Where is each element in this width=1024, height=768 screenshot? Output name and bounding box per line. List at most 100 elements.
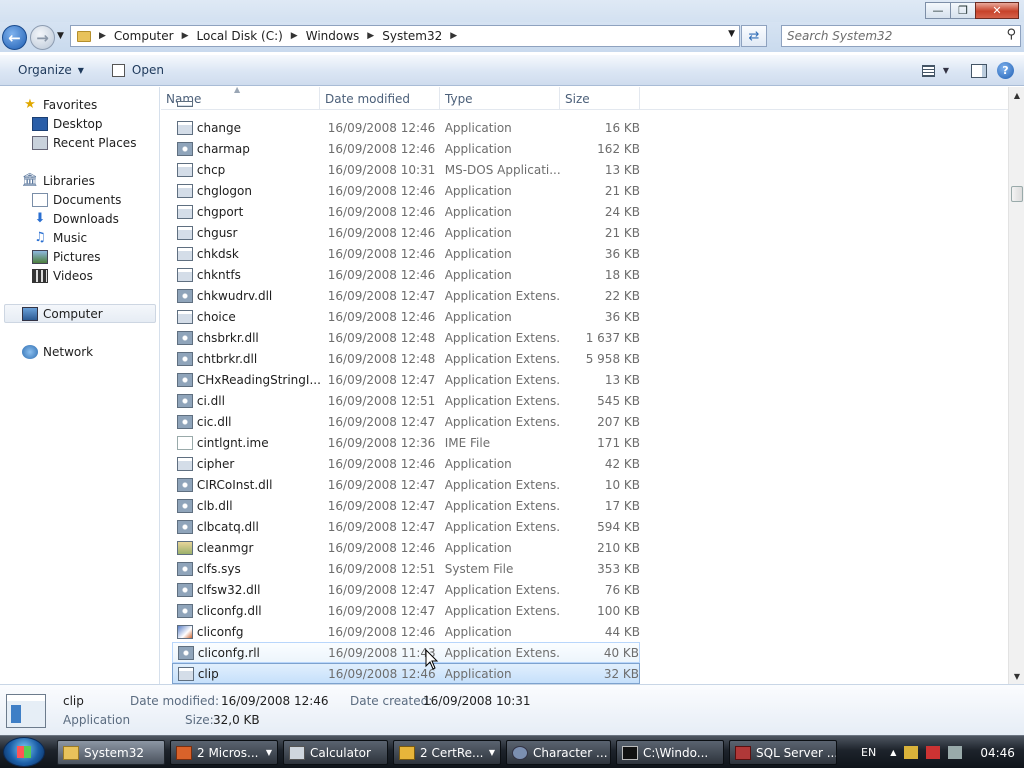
table-row[interactable]: chglogon 16/09/2008 12:46 Application 21 KB <box>172 180 640 201</box>
nav-favorites[interactable]: ★ Favorites <box>22 95 97 114</box>
chevron-down-icon[interactable]: ▼ <box>266 748 272 757</box>
chevron-right-icon[interactable]: ▶ <box>367 31 374 41</box>
nav-network[interactable]: Network <box>22 342 93 361</box>
chevron-right-icon[interactable]: ▶ <box>291 31 298 41</box>
scroll-down-arrow[interactable]: ▼ <box>1009 668 1024 684</box>
tray-app-icon[interactable] <box>904 746 919 759</box>
chevron-right-icon[interactable]: ▶ <box>450 31 457 41</box>
change-view-button[interactable]: ▼ <box>921 64 949 77</box>
volume-muted-icon[interactable] <box>948 746 963 759</box>
breadcrumb-computer[interactable]: Computer ▶ <box>114 29 197 43</box>
table-row[interactable]: chgusr 16/09/2008 12:46 Application 21 KB <box>172 222 640 243</box>
address-history-dropdown[interactable]: ▼ <box>728 29 735 39</box>
table-row[interactable]: chkntfs 16/09/2008 12:46 Application 18 KB <box>172 264 640 285</box>
system-tray: EN ▲ 04:46 <box>839 736 1024 768</box>
open-button[interactable]: Open <box>106 59 170 81</box>
nav-recent-places[interactable]: Recent Places <box>32 133 136 152</box>
application-icon <box>111 63 125 77</box>
star-icon: ★ <box>24 97 36 112</box>
preview-pane-button[interactable] <box>971 63 987 78</box>
file-name: cic.dll <box>196 414 232 429</box>
dll-gear-icon <box>177 330 193 345</box>
search-icon[interactable]: ⚲ <box>1006 27 1016 42</box>
nav-music[interactable]: ♫ Music <box>32 228 87 247</box>
table-row[interactable]: cleanmgr 16/09/2008 12:46 Application 210 K… <box>172 537 640 558</box>
table-row[interactable]: cliconfg.dll 16/09/2008 12:47 Application … <box>172 600 640 621</box>
breadcrumb-windows[interactable]: Windows ▶ <box>306 29 383 43</box>
breadcrumb-system32[interactable]: System32 ▶ <box>382 29 465 43</box>
file-date-modified: 16/09/2008 10:31 <box>327 162 436 177</box>
nav-computer[interactable]: Computer <box>4 304 156 323</box>
taskbar-button-label: SQL Server ... <box>756 745 837 760</box>
table-row[interactable]: chcp 16/09/2008 10:31 MS-DOS Applicati... 1… <box>172 159 640 180</box>
refresh-button[interactable]: ⇄ <box>741 25 767 47</box>
table-row[interactable]: change 16/09/2008 12:46 Application 16 KB <box>172 117 640 138</box>
nav-desktop[interactable]: Desktop <box>32 114 103 133</box>
table-row[interactable]: cintlgnt.ime 16/09/2008 12:36 IME File 171 … <box>172 432 640 453</box>
file-type: Application Extens... <box>444 498 561 513</box>
network-status-icon[interactable] <box>926 746 941 759</box>
application-icon <box>177 267 193 282</box>
taskbar-button[interactable]: Character ... <box>506 740 611 765</box>
taskbar-button[interactable]: 2 Micros... ▼ <box>170 740 278 765</box>
table-row[interactable]: clfs.sys 16/09/2008 12:51 System File 353 K… <box>172 558 640 579</box>
close-button[interactable]: ✕ <box>975 2 1019 19</box>
help-button[interactable]: ? <box>997 62 1014 79</box>
table-row[interactable]: cipher 16/09/2008 12:46 Application 42 KB <box>172 453 640 474</box>
vertical-scrollbar[interactable]: ▲ ▼ <box>1008 87 1024 684</box>
search-box[interactable]: ⚲ <box>781 25 1021 47</box>
table-row[interactable]: clip 16/09/2008 12:46 Application 32 KB <box>172 663 640 684</box>
chevron-right-icon[interactable]: ▶ <box>182 31 189 41</box>
table-row[interactable]: cic.dll 16/09/2008 12:47 Application Exten… <box>172 411 640 432</box>
address-bar[interactable]: ▶ Computer ▶ Local Disk (C:) ▶ Windows ▶ Sy… <box>70 25 740 47</box>
start-button[interactable] <box>3 737 45 767</box>
taskbar-button[interactable]: 2 CertRe... ▼ <box>393 740 501 765</box>
chevron-right-icon[interactable]: ▶ <box>99 31 106 41</box>
back-button[interactable]: ← <box>2 25 27 50</box>
file-date-modified: 16/09/2008 12:46 <box>327 456 436 471</box>
nav-videos[interactable]: Videos <box>32 266 93 285</box>
taskbar-button[interactable]: C:\Windo... <box>616 740 724 765</box>
nav-documents[interactable]: Documents <box>32 190 121 209</box>
computer-icon <box>22 306 38 321</box>
table-row[interactable]: chkdsk 16/09/2008 12:46 Application 36 KB <box>172 243 640 264</box>
nav-pictures[interactable]: Pictures <box>32 247 101 266</box>
maximize-button[interactable]: ❐ <box>950 2 976 19</box>
file-size: 100 KB <box>597 603 640 618</box>
table-row[interactable]: clb.dll 16/09/2008 12:47 Application Exten… <box>172 495 640 516</box>
breadcrumb-local-disk[interactable]: Local Disk (C:) ▶ <box>197 29 306 43</box>
clock[interactable]: 04:46 <box>980 746 1015 760</box>
table-row[interactable]: chgport 16/09/2008 12:46 Application 24 KB <box>172 201 640 222</box>
table-row[interactable]: CHxReadingStringI... 16/09/2008 12:47 Appl… <box>172 369 640 390</box>
table-row[interactable]: clbcatq.dll 16/09/2008 12:47 Application E… <box>172 516 640 537</box>
taskbar-button[interactable]: SQL Server ... <box>729 740 837 765</box>
application-icon <box>177 100 193 107</box>
table-row[interactable]: cliconfg 16/09/2008 12:46 Application 44 KB <box>172 621 640 642</box>
minimize-button[interactable]: — <box>925 2 951 19</box>
scroll-up-arrow[interactable]: ▲ <box>1009 87 1024 103</box>
organize-button[interactable]: Organize ▼ <box>12 59 90 81</box>
table-row[interactable]: chsbrkr.dll 16/09/2008 12:48 Application E… <box>172 327 640 348</box>
search-input[interactable] <box>782 26 992 46</box>
table-row[interactable]: charmap 16/09/2008 12:46 Application 162 KB <box>172 138 640 159</box>
language-indicator[interactable]: EN <box>861 746 876 759</box>
nav-libraries[interactable]: 🏛 Libraries <box>22 171 95 190</box>
table-row[interactable]: cliconfg.rll 16/09/2008 11:43 Application … <box>172 642 640 663</box>
table-row[interactable]: ci.dll 16/09/2008 12:51 Application Extens… <box>172 390 640 411</box>
table-row-partial[interactable] <box>172 97 640 110</box>
table-row[interactable]: CIRCoInst.dll 16/09/2008 12:47 Application… <box>172 474 640 495</box>
scroll-thumb[interactable] <box>1011 186 1023 202</box>
chevron-down-icon[interactable]: ▼ <box>489 748 495 757</box>
taskbar-button[interactable]: System32 <box>57 740 165 765</box>
table-row[interactable]: chtbrkr.dll 16/09/2008 12:48 Application E… <box>172 348 640 369</box>
recent-pages-dropdown[interactable]: ▼ <box>57 31 64 41</box>
forward-button[interactable]: → <box>30 25 55 50</box>
table-row[interactable]: choice 16/09/2008 12:46 Application 36 KB <box>172 306 640 327</box>
show-hidden-icons-arrow[interactable]: ▲ <box>890 748 896 757</box>
table-row[interactable]: clfsw32.dll 16/09/2008 12:47 Application E… <box>172 579 640 600</box>
nav-downloads[interactable]: ⬇ Downloads <box>32 209 119 228</box>
file-size: 24 KB <box>604 204 640 219</box>
taskbar-button[interactable]: Calculator <box>283 740 388 765</box>
table-row[interactable]: chkwudrv.dll 16/09/2008 12:47 Application … <box>172 285 640 306</box>
file-name: cintlgnt.ime <box>196 435 269 450</box>
